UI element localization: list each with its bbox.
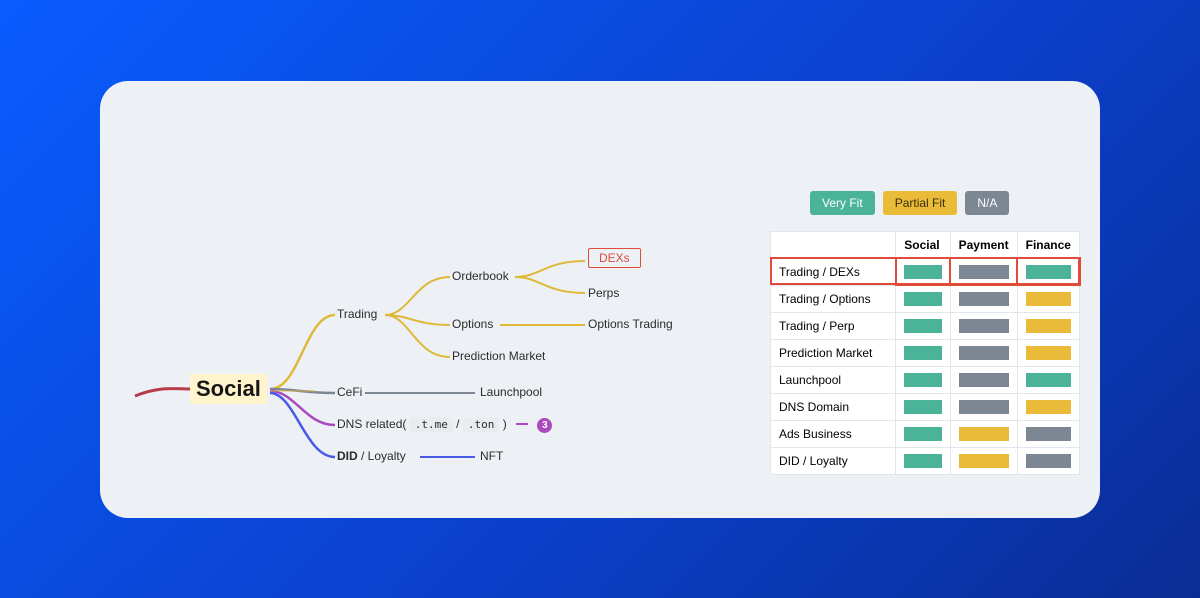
node-cefi: CeFi <box>337 385 362 399</box>
node-launchpool: Launchpool <box>480 385 542 399</box>
table-row: Trading / Perp <box>771 312 1080 339</box>
fit-cell <box>896 258 950 285</box>
fit-cell <box>896 312 950 339</box>
th-social: Social <box>896 231 950 258</box>
row-label: Launchpool <box>771 366 896 393</box>
th-blank <box>771 231 896 258</box>
th-payment: Payment <box>950 231 1017 258</box>
node-trading: Trading <box>337 307 377 321</box>
table-row: DID / Loyalty <box>771 447 1080 474</box>
node-did: DID / Loyalty <box>337 449 406 463</box>
fit-cell <box>950 393 1017 420</box>
fit-cell <box>1017 393 1079 420</box>
row-label: Prediction Market <box>771 339 896 366</box>
fit-cell <box>896 393 950 420</box>
fit-cell <box>896 339 950 366</box>
table-row: Launchpool <box>771 366 1080 393</box>
legend-partial-fit: Partial Fit <box>883 191 958 215</box>
node-orderbook: Orderbook <box>452 269 509 283</box>
row-label: Ads Business <box>771 420 896 447</box>
fit-cell <box>950 285 1017 312</box>
connector-dash-icon <box>516 423 528 425</box>
legend-very-fit: Very Fit <box>810 191 875 215</box>
node-dns: DNS related( .t.me / .ton ) 3 <box>337 417 552 433</box>
fit-cell <box>1017 447 1079 474</box>
fit-cell <box>950 420 1017 447</box>
row-label: DNS Domain <box>771 393 896 420</box>
legend: Very Fit Partial Fit N/A <box>770 191 1100 215</box>
fit-cell <box>896 285 950 312</box>
fit-cell <box>896 420 950 447</box>
node-nft: NFT <box>480 449 503 463</box>
fit-cell <box>1017 312 1079 339</box>
fit-cell <box>896 366 950 393</box>
row-label: Trading / Perp <box>771 312 896 339</box>
node-options-trading: Options Trading <box>588 317 673 331</box>
fit-cell <box>950 258 1017 285</box>
fit-table: Social Payment Finance Trading / DEXsTra… <box>770 231 1080 475</box>
fit-cell <box>896 447 950 474</box>
row-label: Trading / DEXs <box>771 258 896 285</box>
table-row: Ads Business <box>771 420 1080 447</box>
table-row: Trading / DEXs <box>771 258 1080 285</box>
fit-cell <box>1017 339 1079 366</box>
card: Social Trading Orderbook DEXs Perps Opti… <box>100 81 1100 518</box>
table-row: Trading / Options <box>771 285 1080 312</box>
node-options: Options <box>452 317 493 331</box>
node-perps: Perps <box>588 286 619 300</box>
fit-cell <box>950 339 1017 366</box>
fit-cell <box>950 312 1017 339</box>
fit-cell <box>1017 366 1079 393</box>
row-label: Trading / Options <box>771 285 896 312</box>
fit-cell <box>1017 285 1079 312</box>
fit-cell <box>1017 420 1079 447</box>
legend-na: N/A <box>965 191 1009 215</box>
dns-count-badge: 3 <box>537 418 552 433</box>
mindmap-root: Social <box>190 374 267 404</box>
node-dexs: DEXs <box>588 251 641 265</box>
table-header-row: Social Payment Finance <box>771 231 1080 258</box>
table-row: Prediction Market <box>771 339 1080 366</box>
row-label: DID / Loyalty <box>771 447 896 474</box>
fit-cell <box>950 366 1017 393</box>
th-finance: Finance <box>1017 231 1079 258</box>
node-prediction-market: Prediction Market <box>452 349 545 363</box>
table-row: DNS Domain <box>771 393 1080 420</box>
fit-cell <box>1017 258 1079 285</box>
fit-cell <box>950 447 1017 474</box>
